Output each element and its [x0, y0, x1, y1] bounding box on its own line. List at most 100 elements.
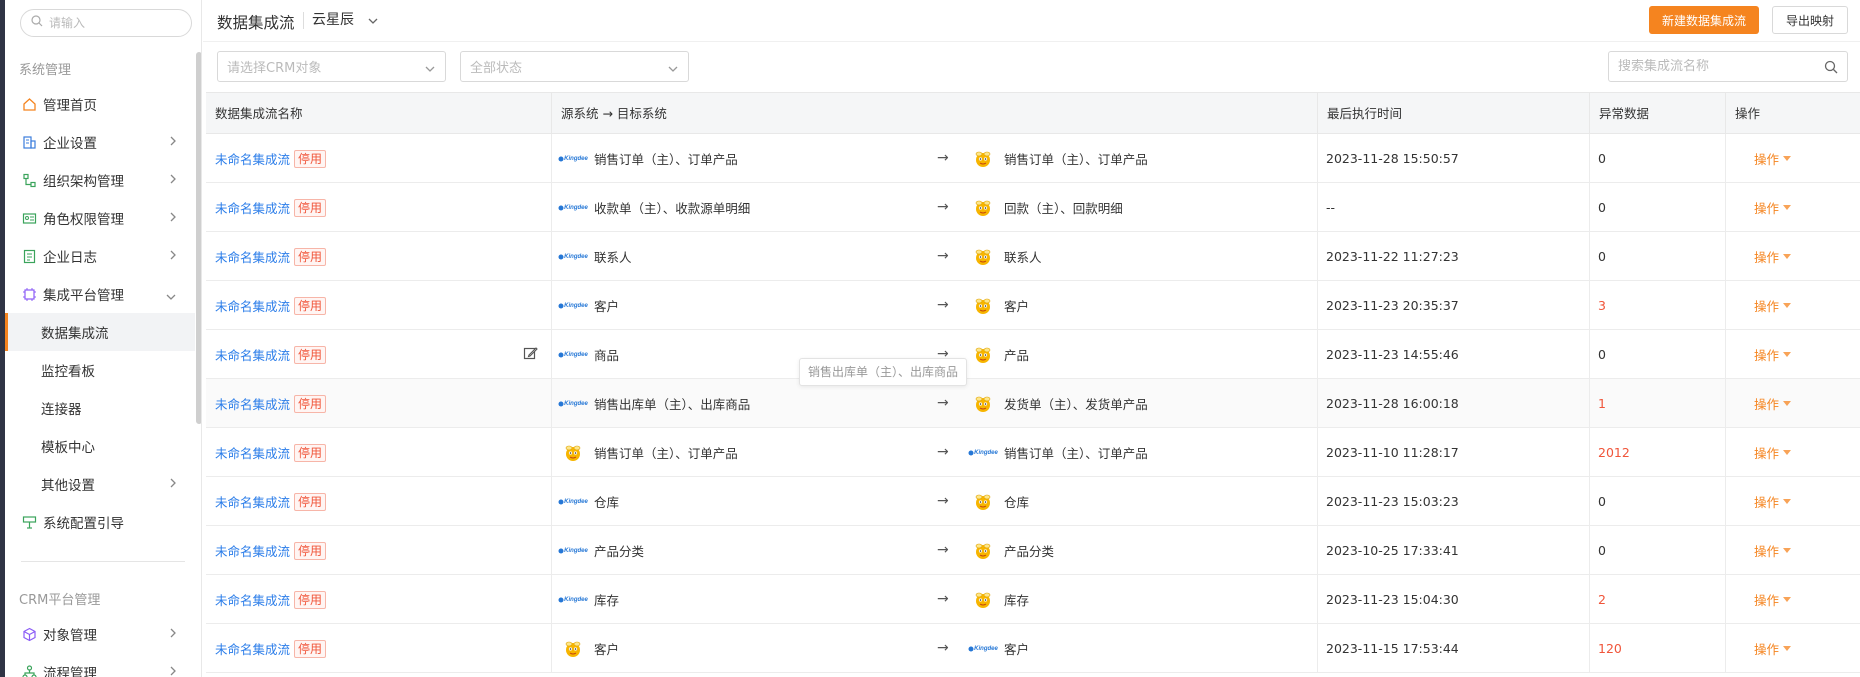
- table-body: 未命名集成流 停用 Kingdee 销售订单（主）、订单产品 → 销售订单（主）、订单产品…: [206, 134, 1860, 673]
- table-row[interactable]: 未命名集成流 停用 Kingdee 仓库 → 仓库 2023-11-23 15:03:23 0…: [206, 477, 1860, 526]
- actions-dropdown[interactable]: 操作: [1754, 443, 1792, 462]
- sidebar-item-label: 系统配置引导: [43, 516, 124, 532]
- flow-name-link[interactable]: 未命名集成流: [215, 443, 290, 462]
- table-row[interactable]: 未命名集成流 停用 Kingdee 销售订单（主）、订单产品 → 销售订单（主）、订单产品…: [206, 134, 1860, 183]
- target-object-label: 回款（主）、回款明细: [1004, 201, 1123, 216]
- table-row[interactable]: 未命名集成流 停用 Kingdee 客户 → 客户 2023-11-23 20:35:37 3…: [206, 281, 1860, 330]
- column-header-name: 数据集成流名称: [215, 106, 303, 121]
- sidebar-item-integration[interactable]: 集成平台管理: [5, 275, 195, 313]
- target-object-label: 仓库: [1004, 495, 1030, 510]
- source-object-label: 商品: [594, 348, 620, 363]
- kingdee-logo-icon: Kingdee: [558, 295, 588, 317]
- error-count-cell: 0: [1598, 543, 1606, 558]
- chevron-right-icon: [169, 477, 177, 493]
- flow-search[interactable]: [1608, 51, 1848, 82]
- actions-dropdown[interactable]: 操作: [1754, 149, 1792, 168]
- section-title-crm: CRM平台管理: [19, 593, 101, 608]
- kingdee-logo-text: Kingdee: [564, 596, 588, 603]
- target-system-cell: 产品: [961, 330, 1317, 379]
- kingdee-logo-text: Kingdee: [974, 645, 998, 652]
- target-system-cell: Kingdee 销售订单（主）、订单产品: [961, 428, 1317, 477]
- kingdee-logo-icon: Kingdee: [558, 491, 588, 513]
- sidebar-item-process[interactable]: 流程管理: [5, 653, 195, 677]
- sidebar-item-logs[interactable]: 企业日志: [5, 237, 195, 275]
- status-placeholder: 全部状态: [470, 61, 523, 76]
- sidebar-item-objects[interactable]: 对象管理: [5, 615, 195, 653]
- new-flow-button[interactable]: 新建数据集成流: [1649, 6, 1759, 34]
- flow-name-link[interactable]: 未命名集成流: [215, 296, 290, 315]
- flow-name-cell: 未命名集成流 停用: [206, 526, 551, 575]
- arrow-right-icon: →: [937, 493, 949, 509]
- sidebar-item-roles[interactable]: 角色权限管理: [5, 199, 195, 237]
- actions-dropdown[interactable]: 操作: [1754, 541, 1792, 560]
- section-title-system: 系统管理: [19, 63, 72, 78]
- crm-object-placeholder: 请选择CRM对象: [227, 61, 322, 76]
- error-count-cell: 0: [1598, 494, 1606, 509]
- flow-name-link[interactable]: 未命名集成流: [215, 198, 290, 217]
- last-run-cell: 2023-11-23 14:55:46: [1326, 347, 1459, 362]
- sidebar-item-data-flow[interactable]: 数据集成流: [5, 313, 195, 351]
- chevron-down-icon[interactable]: [367, 14, 379, 29]
- actions-dropdown[interactable]: 操作: [1754, 198, 1792, 217]
- flow-search-input[interactable]: [1618, 59, 1818, 74]
- bee-logo-icon: [970, 589, 996, 611]
- flow-name-cell: 未命名集成流 停用: [206, 428, 551, 477]
- search-icon[interactable]: [1824, 60, 1838, 78]
- arrow-right-icon: →: [937, 591, 949, 607]
- flow-name-link[interactable]: 未命名集成流: [215, 639, 290, 658]
- status-select[interactable]: 全部状态: [460, 51, 689, 82]
- sidebar-item-templates[interactable]: 模板中心: [5, 427, 195, 465]
- arrow-right-icon: →: [937, 395, 949, 411]
- table-row[interactable]: 未命名集成流 停用 Kingdee 产品分类 → 产品分类 2023-10-25 17:33…: [206, 526, 1860, 575]
- chevron-right-icon: [169, 665, 177, 677]
- export-mapping-button[interactable]: 导出映射: [1772, 6, 1848, 34]
- actions-dropdown[interactable]: 操作: [1754, 492, 1792, 511]
- target-object-label: 联系人: [1004, 250, 1042, 265]
- actions-dropdown[interactable]: 操作: [1754, 590, 1792, 609]
- caret-down-icon: [1783, 548, 1792, 553]
- sidebar-item-label: 连接器: [41, 402, 82, 418]
- flow-name-link[interactable]: 未命名集成流: [215, 247, 290, 266]
- target-system-cell: 客户: [961, 281, 1317, 330]
- actions-dropdown[interactable]: 操作: [1754, 639, 1792, 658]
- flow-name-link[interactable]: 未命名集成流: [215, 394, 290, 413]
- sidebar-item-company-settings[interactable]: 企业设置: [5, 123, 195, 161]
- actions-dropdown[interactable]: 操作: [1754, 296, 1792, 315]
- arrow-right-icon: →: [937, 248, 949, 264]
- actions-label: 操作: [1754, 446, 1780, 461]
- actions-dropdown[interactable]: 操作: [1754, 394, 1792, 413]
- table-row[interactable]: 未命名集成流 停用 销售订单（主）、订单产品 → Kingdee 销售订单（主）、订单产品…: [206, 428, 1860, 477]
- flow-name-link[interactable]: 未命名集成流: [215, 149, 290, 168]
- sidebar-divider: [21, 561, 185, 562]
- flow-name-link[interactable]: 未命名集成流: [215, 541, 290, 560]
- flow-name-link[interactable]: 未命名集成流: [215, 492, 290, 511]
- tenant-name[interactable]: 云星辰: [303, 12, 354, 29]
- flow-name-link[interactable]: 未命名集成流: [215, 590, 290, 609]
- sidebar-item-org[interactable]: 组织架构管理: [5, 161, 195, 199]
- sidebar-item-label: 角色权限管理: [43, 212, 124, 228]
- sidebar-item-connector[interactable]: 连接器: [5, 389, 195, 427]
- source-system-cell: 客户: [551, 624, 931, 673]
- page-title: 数据集成流: [217, 14, 295, 32]
- kingdee-logo-text: Kingdee: [564, 498, 588, 505]
- crm-object-select[interactable]: 请选择CRM对象: [217, 51, 446, 82]
- edit-icon[interactable]: [523, 346, 538, 365]
- kingdee-logo-icon: Kingdee: [968, 638, 998, 660]
- sidebar-item-config-guide[interactable]: 系统配置引导: [5, 503, 195, 541]
- sidebar-scrollbar[interactable]: [196, 52, 201, 424]
- table-row[interactable]: 未命名集成流 停用 Kingdee 商品 → 产品 2023-11-23 14:55:46 0…: [206, 330, 1860, 379]
- source-system-cell: Kingdee 联系人: [551, 232, 931, 281]
- sidebar-item-monitor[interactable]: 监控看板: [5, 351, 195, 389]
- table-row[interactable]: 未命名集成流 停用 Kingdee 联系人 → 联系人 2023-11-22 11:27:2…: [206, 232, 1860, 281]
- actions-dropdown[interactable]: 操作: [1754, 345, 1792, 364]
- table-row[interactable]: 未命名集成流 停用 客户 → Kingdee 客户 2023-11-15 17:53:44 1…: [206, 624, 1860, 673]
- actions-dropdown[interactable]: 操作: [1754, 247, 1792, 266]
- table-row[interactable]: 未命名集成流 停用 Kingdee 库存 → 库存 2023-11-23 15:04:30 2…: [206, 575, 1860, 624]
- table-row[interactable]: 未命名集成流 停用 Kingdee 销售出库单（主）、出库商品 → 发货单（主）、发货单产…: [206, 379, 1860, 428]
- sidebar-search[interactable]: [20, 9, 192, 37]
- sidebar-search-input[interactable]: [49, 16, 179, 30]
- table-row[interactable]: 未命名集成流 停用 Kingdee 收款单（主）、收款源单明细 → 回款（主）、回款明细 -…: [206, 183, 1860, 232]
- flow-name-link[interactable]: 未命名集成流: [215, 345, 290, 364]
- sidebar-item-home[interactable]: 管理首页: [5, 85, 195, 123]
- sidebar-item-other-settings[interactable]: 其他设置: [5, 465, 195, 503]
